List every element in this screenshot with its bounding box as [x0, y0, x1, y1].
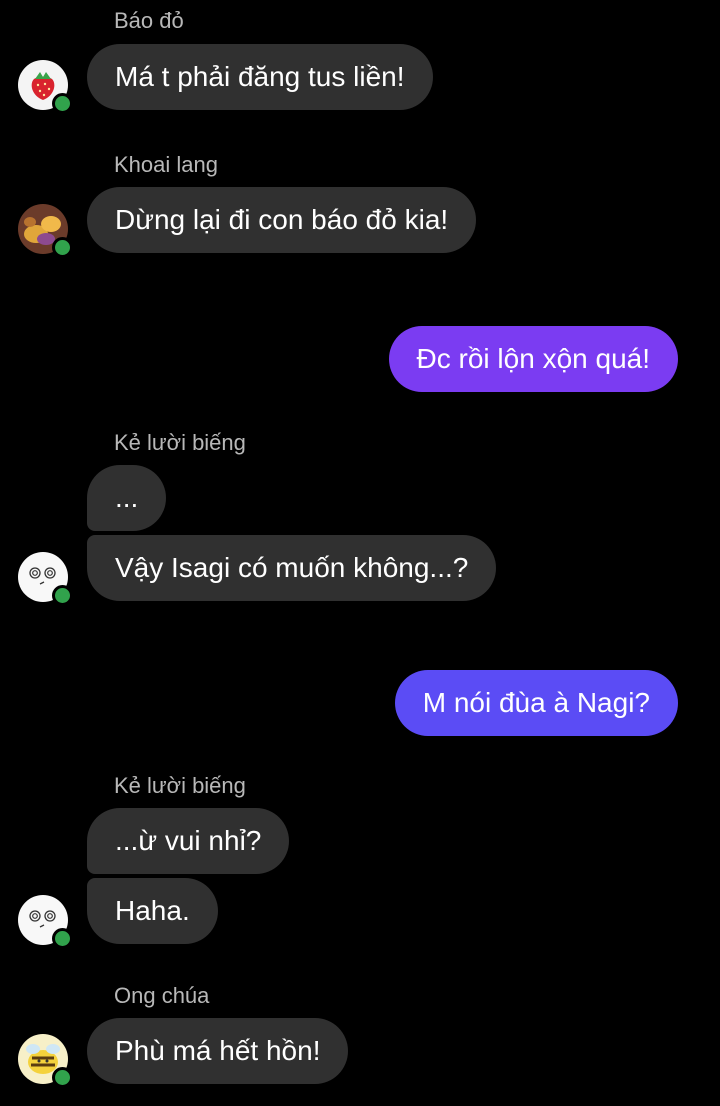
- message-bubble[interactable]: Phù má hết hồn!: [87, 1018, 349, 1084]
- message-bubble[interactable]: Vậy Isagi có muốn không...?: [87, 535, 497, 601]
- message-bubble[interactable]: Dừng lại đi con báo đỏ kia!: [87, 187, 477, 253]
- outgoing-message-bubble[interactable]: Đc rồi lộn xộn quá!: [388, 326, 678, 392]
- sender-name: Báo đỏ: [114, 8, 184, 33]
- online-status-dot: [52, 928, 73, 949]
- online-status-dot: [52, 93, 73, 114]
- online-status-dot: [52, 237, 73, 258]
- message-bubble[interactable]: Má t phải đăng tus liền!: [87, 44, 433, 110]
- online-status-dot: [52, 585, 73, 606]
- sender-name: Khoai lang: [114, 152, 218, 177]
- sender-name: Ong chúa: [114, 983, 210, 1008]
- message-bubble[interactable]: ...: [87, 465, 167, 531]
- outgoing-message-bubble[interactable]: M nói đùa à Nagi?: [394, 670, 678, 736]
- online-status-dot: [52, 1067, 73, 1088]
- sender-name: Kẻ lười biếng: [114, 430, 246, 455]
- sender-name: Kẻ lười biếng: [114, 773, 246, 798]
- message-bubble[interactable]: Haha.: [87, 878, 218, 944]
- message-bubble[interactable]: ...ừ vui nhỉ?: [87, 808, 290, 874]
